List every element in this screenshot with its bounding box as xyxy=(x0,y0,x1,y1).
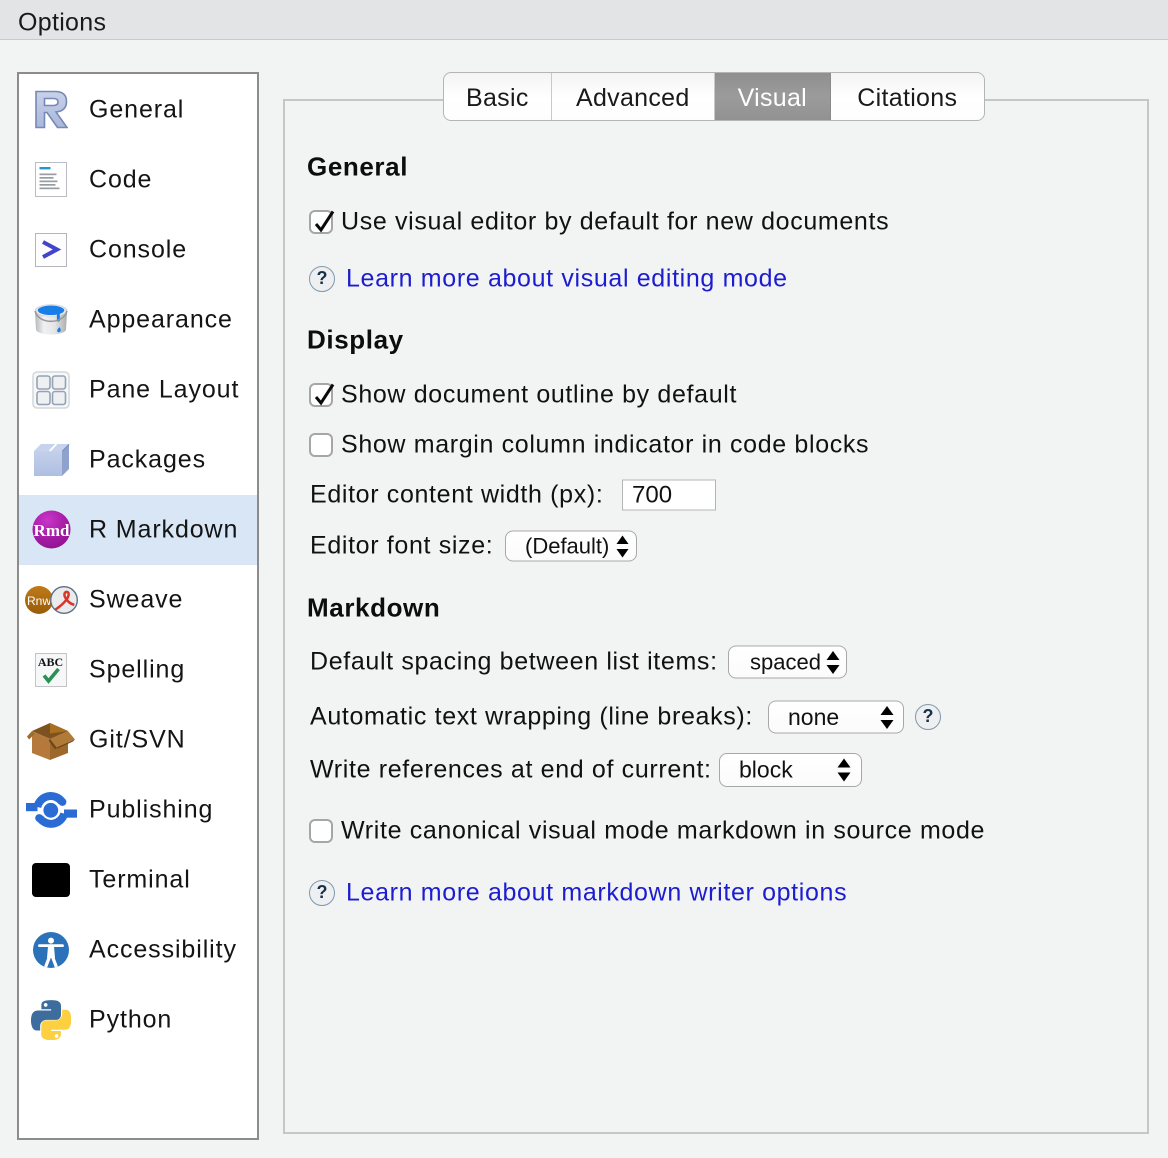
svg-text:Rmd: Rmd xyxy=(33,521,69,540)
svg-text:Rnw: Rnw xyxy=(26,594,50,608)
svg-text:ABC: ABC xyxy=(38,655,63,669)
